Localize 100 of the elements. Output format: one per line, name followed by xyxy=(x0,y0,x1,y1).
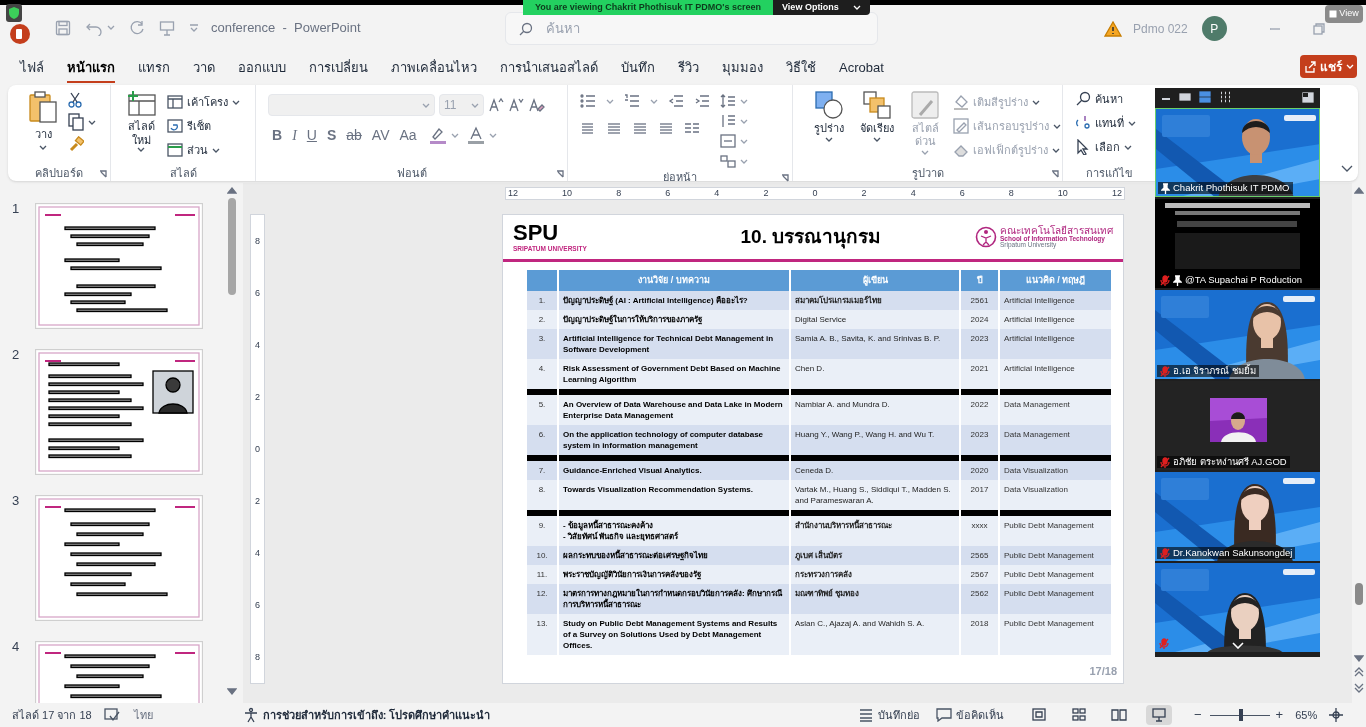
highlighter-icon[interactable] xyxy=(428,126,447,144)
caret-icon[interactable] xyxy=(873,137,881,142)
dialog-launcher-icon[interactable] xyxy=(781,174,789,182)
scrollbar-thumb[interactable] xyxy=(1355,583,1363,605)
cut-icon[interactable] xyxy=(68,92,82,108)
spelling-check-icon[interactable] xyxy=(103,708,120,722)
align-left-icon[interactable] xyxy=(580,121,596,137)
accessibility-icon[interactable] xyxy=(242,707,259,723)
caret-icon[interactable] xyxy=(39,144,47,150)
line-spacing-icon[interactable] xyxy=(720,93,736,109)
numbering-icon[interactable] xyxy=(624,93,640,109)
bullets-icon[interactable] xyxy=(580,93,596,109)
align-center-icon[interactable] xyxy=(606,121,622,137)
ribbon-tab[interactable]: Acrobat xyxy=(839,58,884,83)
speaker-view-icon[interactable] xyxy=(1179,93,1191,101)
shapes-button[interactable]: รูปร่าง xyxy=(807,90,851,165)
increase-font-size-icon[interactable] xyxy=(488,97,504,113)
ribbon-tab[interactable]: บันทึก xyxy=(621,58,655,83)
ribbon-tab[interactable]: มุมมอง xyxy=(722,58,763,83)
fit-to-window-icon[interactable] xyxy=(1329,708,1344,722)
increase-indent-icon[interactable] xyxy=(694,93,710,109)
text-direction-icon[interactable] xyxy=(720,113,736,129)
scroll-up-icon[interactable] xyxy=(227,187,237,194)
decrease-indent-icon[interactable] xyxy=(668,93,684,109)
security-shield-icon[interactable] xyxy=(6,4,22,22)
select-button[interactable]: เลือก xyxy=(1075,135,1155,159)
dialog-launcher-icon[interactable] xyxy=(556,170,564,178)
caret-icon[interactable] xyxy=(212,147,220,153)
change-case-button[interactable]: Aa xyxy=(395,124,421,146)
scroll-down-icon[interactable] xyxy=(227,688,237,695)
avatar[interactable]: P xyxy=(1201,16,1227,41)
ribbon-tab[interactable]: วิธีใช้ xyxy=(786,58,816,83)
slide-thumbnail[interactable] xyxy=(35,203,203,329)
ribbon-tab[interactable]: ไฟล์ xyxy=(20,58,44,83)
slide-thumbnail[interactable] xyxy=(35,349,203,475)
scrollbar-thumb[interactable] xyxy=(228,198,236,295)
zoom-out-button[interactable]: − xyxy=(1194,705,1202,725)
ribbon-tab[interactable]: แทรก xyxy=(138,58,170,83)
slideshow-icon[interactable] xyxy=(1146,705,1172,725)
arrange-button[interactable]: จัดเรียง xyxy=(855,90,899,165)
font-name-field[interactable] xyxy=(268,94,435,116)
strikethrough-button[interactable]: ab xyxy=(342,124,366,146)
slide-thumbnail[interactable] xyxy=(35,495,203,621)
comments-button[interactable]: ข้อคิดเห็น xyxy=(936,706,1004,724)
justify-icon[interactable] xyxy=(658,121,674,137)
align-text-icon[interactable] xyxy=(720,133,736,149)
chevron-down-icon[interactable] xyxy=(1232,642,1244,649)
copy-icon[interactable] xyxy=(68,113,84,131)
new-slide-button[interactable]: สไลด์ใหม่ xyxy=(123,90,159,165)
ribbon-tab[interactable]: การเปลี่ยน xyxy=(309,58,368,83)
ribbon-tab[interactable]: ออกแบบ xyxy=(238,58,286,83)
find-button[interactable]: ค้นหา xyxy=(1075,87,1155,111)
dialog-launcher-icon[interactable] xyxy=(1051,170,1059,178)
underline-button[interactable]: U xyxy=(302,124,321,146)
powerpoint-logo-icon[interactable] xyxy=(9,22,31,45)
ribbon-tab[interactable]: วาด xyxy=(193,58,215,83)
bold-button[interactable]: B xyxy=(268,124,287,146)
ribbon-tab[interactable]: ภาพเคลื่อนไหว xyxy=(391,58,477,83)
zoom-slider[interactable] xyxy=(1209,709,1270,721)
caret-icon[interactable] xyxy=(1124,144,1132,150)
caret-icon[interactable] xyxy=(825,137,833,142)
smartart-icon[interactable] xyxy=(720,153,736,169)
dialog-launcher-icon[interactable] xyxy=(99,170,107,178)
language-indicator[interactable]: ไทย xyxy=(133,706,153,724)
zoom-level[interactable]: 65% xyxy=(1295,706,1318,724)
format-painter-icon[interactable] xyxy=(68,136,84,152)
caret-icon[interactable] xyxy=(232,99,240,105)
scroll-down-icon[interactable] xyxy=(1354,655,1364,662)
align-right-icon[interactable] xyxy=(632,121,648,137)
font-color-icon[interactable] xyxy=(466,126,485,144)
shadow-button[interactable]: S xyxy=(322,124,341,146)
caret-icon[interactable] xyxy=(137,147,145,152)
italic-button[interactable]: I xyxy=(288,124,301,146)
paste-button[interactable]: วาง xyxy=(28,90,58,165)
gallery-view-icon[interactable] xyxy=(1219,91,1231,103)
strip-view-icon[interactable] xyxy=(1199,91,1211,103)
ribbon-tab[interactable]: รีวิว xyxy=(678,58,699,83)
layout-button[interactable]: เค้าโครง xyxy=(167,90,240,114)
decrease-font-size-icon[interactable] xyxy=(508,97,524,113)
view-options-button[interactable]: View Options xyxy=(773,0,870,15)
share-button[interactable]: แชร์ xyxy=(1300,55,1357,78)
caret-icon[interactable] xyxy=(1128,120,1136,126)
replace-button[interactable]: แทนที่ xyxy=(1075,111,1155,135)
next-slide-icon[interactable] xyxy=(1354,683,1364,693)
zoom-in-button[interactable]: + xyxy=(1275,705,1284,725)
clear-formatting-icon[interactable] xyxy=(528,97,545,113)
accessibility-status[interactable]: การช่วยสำหรับการเข้าถึง: โปรดศึกษาคำแนะนำ xyxy=(262,706,491,724)
ribbon-tab[interactable]: หน้าแรก xyxy=(67,58,115,83)
section-button[interactable]: ส่วน xyxy=(167,138,240,162)
warning-icon[interactable] xyxy=(1104,20,1122,37)
scroll-up-icon[interactable] xyxy=(1354,187,1364,194)
collapse-ribbon-icon[interactable] xyxy=(1341,165,1353,173)
previous-slide-icon[interactable] xyxy=(1354,667,1364,677)
pop-out-icon[interactable] xyxy=(1302,91,1314,103)
caret-icon[interactable] xyxy=(88,119,96,125)
reset-button[interactable]: รีเซ็ต xyxy=(167,114,240,138)
character-spacing-button[interactable]: AV xyxy=(367,124,394,146)
zoom-slider-thumb[interactable] xyxy=(1239,709,1244,721)
ribbon-tab[interactable]: การนำเสนอสไลด์ xyxy=(500,58,598,83)
notes-button[interactable]: บันทึกย่อ xyxy=(858,706,920,724)
